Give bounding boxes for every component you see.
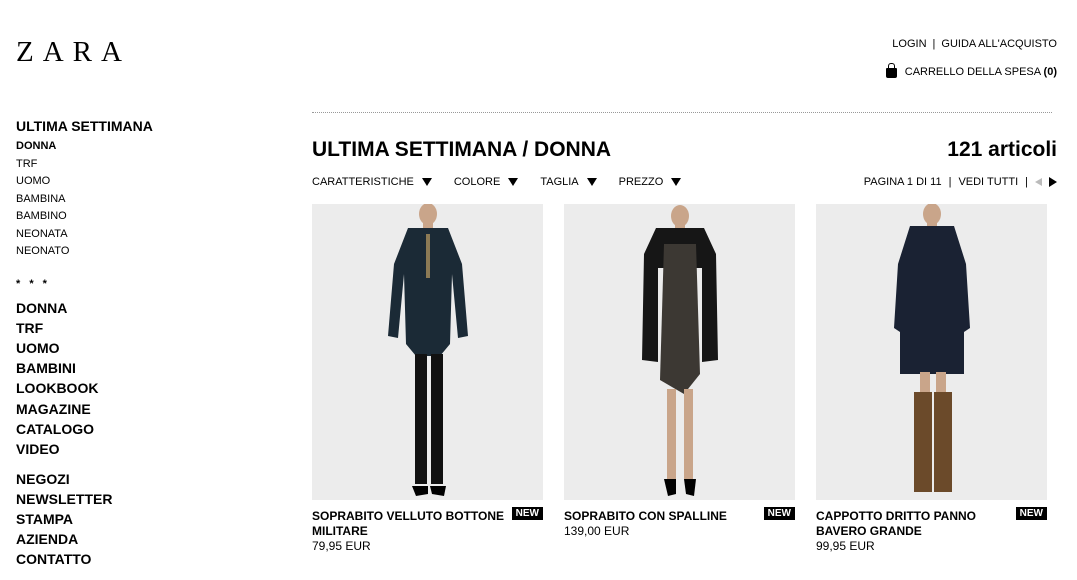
- pagination: PAGINA 1 DI 11 | VEDI TUTTI |: [864, 176, 1057, 188]
- sidebar-sub-item-bambina[interactable]: BAMBINA: [16, 191, 153, 209]
- product-image[interactable]: [564, 204, 795, 500]
- sidebar-item-stampa[interactable]: STAMPA: [16, 509, 153, 529]
- filter-caratteristiche[interactable]: CARATTERISTICHE: [312, 176, 432, 188]
- sidebar-item-video[interactable]: VIDEO: [16, 439, 153, 459]
- caret-down-icon: [421, 178, 432, 186]
- new-badge: NEW: [1015, 507, 1047, 520]
- sidebar-main-list: DONNA TRF UOMO BAMBINI LOOKBOOK MAGAZINE…: [16, 298, 153, 460]
- product-card[interactable]: SOPRABITO VELLUTO BOTTONE MILITARE 79,95…: [312, 204, 543, 554]
- page-title: ULTIMA SETTIMANA / DONNA: [312, 138, 612, 161]
- model-in-black-coat: [642, 205, 718, 496]
- sidebar-item-contatto[interactable]: CONTATTO: [16, 549, 153, 569]
- filter-colore[interactable]: COLORE: [453, 176, 519, 188]
- sidebar-sub-item-uomo[interactable]: UOMO: [16, 173, 153, 191]
- product-image[interactable]: [816, 204, 1047, 500]
- sidebar: ULTIMA SETTIMANA DONNA TRF UOMO BAMBINA …: [16, 118, 153, 569]
- filter-label: CARATTERISTICHE: [312, 176, 414, 188]
- caret-down-icon: [508, 178, 519, 186]
- sidebar-item-lookbook[interactable]: LOOKBOOK: [16, 378, 153, 398]
- filter-label: PREZZO: [618, 176, 664, 188]
- filter-taglia[interactable]: TAGLIA: [540, 176, 597, 188]
- caret-down-icon: [586, 178, 597, 186]
- product-info: CAPPOTTO DRITTO PANNO BAVERO GRANDE 99,9…: [816, 507, 1047, 554]
- sidebar-item-uomo[interactable]: UOMO: [16, 338, 153, 358]
- filter-prezzo[interactable]: PREZZO: [619, 176, 682, 188]
- sidebar-item-newsletter[interactable]: NEWSLETTER: [16, 489, 153, 509]
- cart-link[interactable]: CARRELLO DELLA SPESA (0): [885, 63, 1057, 78]
- pagination-separator: |: [1025, 176, 1028, 188]
- sidebar-item-bambini[interactable]: BAMBINI: [16, 358, 153, 378]
- page-indicator: PAGINA 1 DI 11: [863, 176, 942, 188]
- product-name[interactable]: SOPRABITO VELLUTO BOTTONE MILITARE: [312, 509, 507, 539]
- sidebar-sub-item-trf[interactable]: TRF: [16, 156, 153, 174]
- product-price: 139,00 EUR: [564, 524, 630, 538]
- view-all-link[interactable]: VEDI TUTTI: [958, 176, 1018, 188]
- filter-label: TAGLIA: [540, 176, 579, 188]
- product-grid: SOPRABITO VELLUTO BOTTONE MILITARE 79,95…: [312, 204, 1047, 554]
- model-in-velvet-coat: [388, 204, 468, 496]
- sidebar-item-donna[interactable]: DONNA: [16, 298, 153, 318]
- sidebar-sub-item-donna[interactable]: DONNA: [16, 138, 153, 156]
- product-price: 79,95 EUR: [312, 539, 371, 553]
- product-name[interactable]: SOPRABITO CON SPALLINE: [564, 509, 759, 524]
- login-link[interactable]: LOGIN: [892, 38, 926, 50]
- shopping-guide-link[interactable]: GUIDA ALL'ACQUISTO: [941, 38, 1057, 50]
- top-links-separator: |: [932, 38, 936, 50]
- product-price: 99,95 EUR: [816, 539, 875, 553]
- sidebar-sub-list: DONNA TRF UOMO BAMBINA BAMBINO NEONATA N…: [16, 138, 153, 261]
- sidebar-item-azienda[interactable]: AZIENDA: [16, 529, 153, 549]
- shopping-bag-icon: [885, 63, 897, 78]
- next-page-icon[interactable]: [1049, 177, 1057, 187]
- sidebar-item-trf[interactable]: TRF: [16, 318, 153, 338]
- filter-label: COLORE: [453, 176, 501, 188]
- sidebar-sub-item-bambino[interactable]: BAMBINO: [16, 208, 153, 226]
- product-name[interactable]: CAPPOTTO DRITTO PANNO BAVERO GRANDE: [816, 509, 1011, 539]
- sidebar-info-list: NEGOZI NEWSLETTER STAMPA AZIENDA CONTATT…: [16, 469, 153, 569]
- product-card[interactable]: SOPRABITO CON SPALLINE 139,00 EUR NEW: [564, 204, 795, 554]
- sidebar-item-magazine[interactable]: MAGAZINE: [16, 399, 153, 419]
- filter-bar: CARATTERISTICHE COLORE TAGLIA PREZZO: [312, 176, 682, 188]
- sidebar-sub-item-neonata[interactable]: NEONATA: [16, 226, 153, 244]
- header-divider: [312, 112, 1052, 113]
- cart-label: CARRELLO DELLA SPESA (0): [904, 65, 1057, 78]
- pagination-separator: |: [948, 176, 952, 188]
- prev-page-icon[interactable]: [1035, 178, 1042, 186]
- item-count: 121 articoli: [947, 138, 1057, 161]
- sidebar-item-negozi[interactable]: NEGOZI: [16, 469, 153, 489]
- product-info: SOPRABITO CON SPALLINE 139,00 EUR NEW: [564, 507, 795, 539]
- new-badge: NEW: [511, 507, 543, 520]
- top-links: LOGIN | GUIDA ALL'ACQUISTO: [892, 38, 1057, 50]
- sidebar-divider-stars: * * *: [16, 277, 50, 290]
- sidebar-section-title[interactable]: ULTIMA SETTIMANA: [16, 118, 153, 134]
- product-card[interactable]: CAPPOTTO DRITTO PANNO BAVERO GRANDE 99,9…: [816, 204, 1047, 554]
- cart-count: (0): [1043, 65, 1057, 78]
- new-badge: NEW: [763, 507, 795, 520]
- zara-logo[interactable]: ZARA: [16, 36, 131, 69]
- product-info: SOPRABITO VELLUTO BOTTONE MILITARE 79,95…: [312, 507, 543, 554]
- sidebar-item-catalogo[interactable]: CATALOGO: [16, 419, 153, 439]
- model-in-navy-coat: [894, 204, 970, 492]
- caret-down-icon: [671, 178, 682, 186]
- sidebar-sub-item-neonato[interactable]: NEONATO: [16, 243, 153, 261]
- product-image[interactable]: [312, 204, 543, 500]
